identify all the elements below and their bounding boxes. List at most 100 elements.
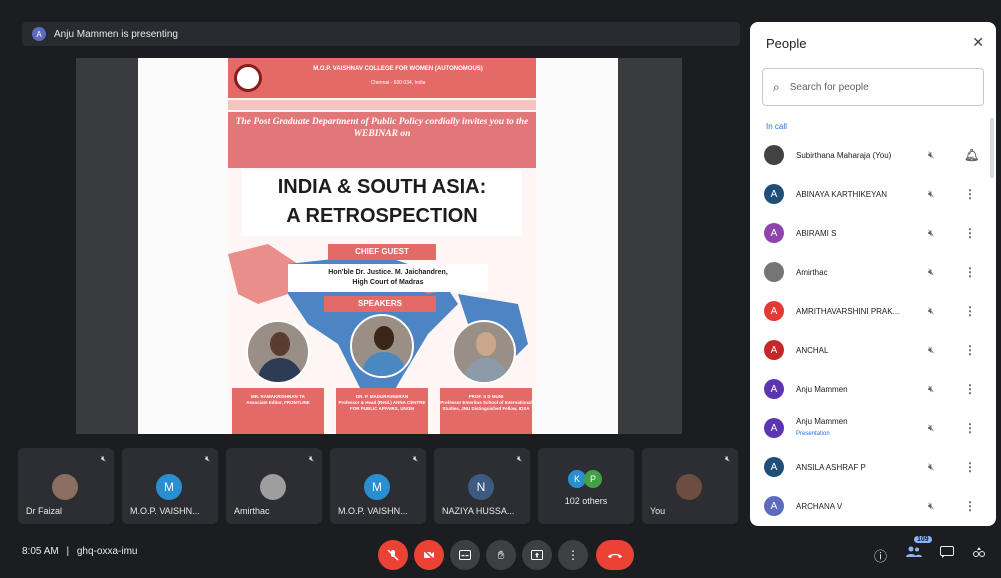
poster-band [228,100,536,110]
info-icon: ⓘ [874,549,888,564]
camera-toggle-button[interactable] [414,540,444,570]
more-vert-icon: ⋮ [567,548,579,562]
separator: | [66,546,70,557]
clock: 8:05 AM [22,546,59,557]
speaker-card-2: DR. P. MADURAVEERAN Professor & Head (Re… [336,388,428,434]
more-vert-icon[interactable]: ⋮ [964,343,976,357]
person-name: Anju Mammen [796,384,848,394]
speakers-label: SPEAKERS [324,296,436,312]
participant-tile[interactable]: 🔇︎ M M.O.P. VAISHN... [122,448,218,524]
mic-off-icon: 🔇︎ [928,422,935,434]
person-name: ARCHANA V [796,501,843,511]
person-name: ABIRAMI S [796,228,837,238]
meeting-info: 8:05 AM | ghq-oxxa-imu [22,546,137,557]
mic-toggle-button[interactable] [378,540,408,570]
chief-guest-label: CHIEF GUEST [328,244,436,260]
mic-off-icon: 🔇︎ [928,188,935,200]
participant-tile[interactable]: 🔇︎ N NAZIYA HUSSA... [434,448,530,524]
participant-name: Amirthac [234,506,270,516]
webinar-poster: M.O.P. VAISHNAV COLLEGE FOR WOMEN (AUTON… [228,58,536,434]
person-name: ABINAYA KARTHIKEYAN [796,189,887,199]
person-avatar: A [764,496,784,516]
person-row[interactable]: A Anju Mammen 🔇︎ ⋮ [750,370,996,408]
leave-call-button[interactable] [596,540,634,570]
more-vert-icon[interactable]: ⋮ [964,499,976,513]
chat-icon [940,546,954,558]
participant-name: Dr Faizal [26,506,63,516]
mic-off-icon: 🔇︎ [928,383,935,395]
participant-tile[interactable]: 🔇︎ M M.O.P. VAISHN... [330,448,426,524]
person-row[interactable]: A ABIRAMI S 🔇︎ ⋮ [750,214,996,252]
captions-icon [459,550,471,560]
mic-off-icon [387,549,399,561]
more-vert-icon[interactable]: ⋮ [964,382,976,396]
search-people-input[interactable]: ⌕ Search for people [762,68,984,106]
person-row[interactable]: A Anju Mammen Presentation 🔇︎ ⋮ [750,409,996,447]
mic-off-icon: 🔇︎ [928,500,935,512]
poster-title-line2: A RETROSPECTION [286,205,478,227]
bell-icon[interactable]: 🔔︎ [964,148,979,162]
present-button[interactable] [522,540,552,570]
meeting-details-button[interactable]: ⓘ [874,546,887,565]
person-name: Subirthana Maharaja (You) [796,150,892,160]
people-button[interactable] [906,546,922,561]
others-tile[interactable]: K P 102 others [538,448,634,524]
search-placeholder: Search for people [789,81,869,93]
camera-off-icon [423,549,435,561]
speaker-role: Professor & Head (Retd.) ANNA CENTRE FOR… [338,400,426,411]
person-avatar: A [764,457,784,477]
person-photo [764,145,784,165]
chat-button[interactable] [940,546,954,561]
person-row[interactable]: A ANSILA ASHRAF P 🔇︎ ⋮ [750,448,996,486]
raise-hand-button[interactable]: ✋︎ [486,540,516,570]
participant-photo [260,474,286,500]
presenter-avatar: A [32,27,46,41]
poster-header [228,58,536,98]
speaker-photo-1 [246,320,310,384]
person-row[interactable]: A ANCHAL 🔇︎ ⋮ [750,331,996,369]
speaker-role: Associate Editor, FRONTLINE [246,400,310,405]
participant-name: You [650,506,666,516]
person-row[interactable]: A ABINAYA KARTHIKEYAN 🔇︎ ⋮ [750,175,996,213]
chief-guest-name: Hon'ble Dr. Justice. M. Jaichandren, [328,269,448,276]
person-row[interactable]: Subirthana Maharaja (You) 🔇︎ 🔔︎ [750,136,996,174]
speaker-role: Professor Emeritus School of Internation… [440,400,532,411]
poster-college-address: Chennai - 600 034, India [370,80,426,86]
self-tile[interactable]: 🔇︎ You [642,448,738,524]
person-avatar: A [764,223,784,243]
more-vert-icon[interactable]: ⋮ [964,226,976,240]
more-vert-icon[interactable]: ⋮ [964,187,976,201]
poster-title-box: INDIA & SOUTH ASIA: A RETROSPECTION [242,170,522,236]
chief-guest-details: Hon'ble Dr. Justice. M. Jaichandren, Hig… [288,264,488,292]
person-name: ANSILA ASHRAF P [796,462,866,472]
person-row[interactable]: A AMRITHAVARSHINI PRAK... 🔇︎ ⋮ [750,292,996,330]
chief-guest-role: High Court of Madras [352,279,424,286]
mic-off-icon: 🔇︎ [928,149,935,161]
more-vert-icon[interactable]: ⋮ [964,460,976,474]
participant-photo [52,474,78,500]
meeting-code: ghq-oxxa-imu [76,546,138,557]
more-vert-icon[interactable]: ⋮ [964,421,976,435]
close-panel-button[interactable]: ✕ [972,34,984,51]
captions-button[interactable] [450,540,480,570]
shared-slide: M.O.P. VAISHNAV COLLEGE FOR WOMEN (AUTON… [138,58,618,434]
more-options-button[interactable]: ⋮ [558,540,588,570]
person-avatar: A [764,184,784,204]
people-panel: People ✕ ⌕ Search for people In call Sub… [750,22,996,526]
participant-tile[interactable]: 🔇︎ Dr Faizal [18,448,114,524]
hang-up-icon [608,554,622,558]
panel-title: People [766,36,807,51]
person-row[interactable]: Amirthac 🔇︎ ⋮ [750,253,996,291]
participant-tile[interactable]: 🔇︎ Amirthac [226,448,322,524]
more-vert-icon[interactable]: ⋮ [964,304,976,318]
person-photo [764,262,784,282]
participant-name: M.O.P. VAISHN... [130,506,200,516]
present-screen-icon [531,550,543,560]
others-avatar: P [584,470,602,488]
mic-off-icon: 🔇︎ [928,461,935,473]
person-avatar: A [764,340,784,360]
person-row[interactable]: A ARCHANA V 🔇︎ ⋮ [750,487,996,525]
activities-button[interactable] [972,546,986,561]
mic-off-icon: 🔇︎ [928,227,935,239]
more-vert-icon[interactable]: ⋮ [964,265,976,279]
